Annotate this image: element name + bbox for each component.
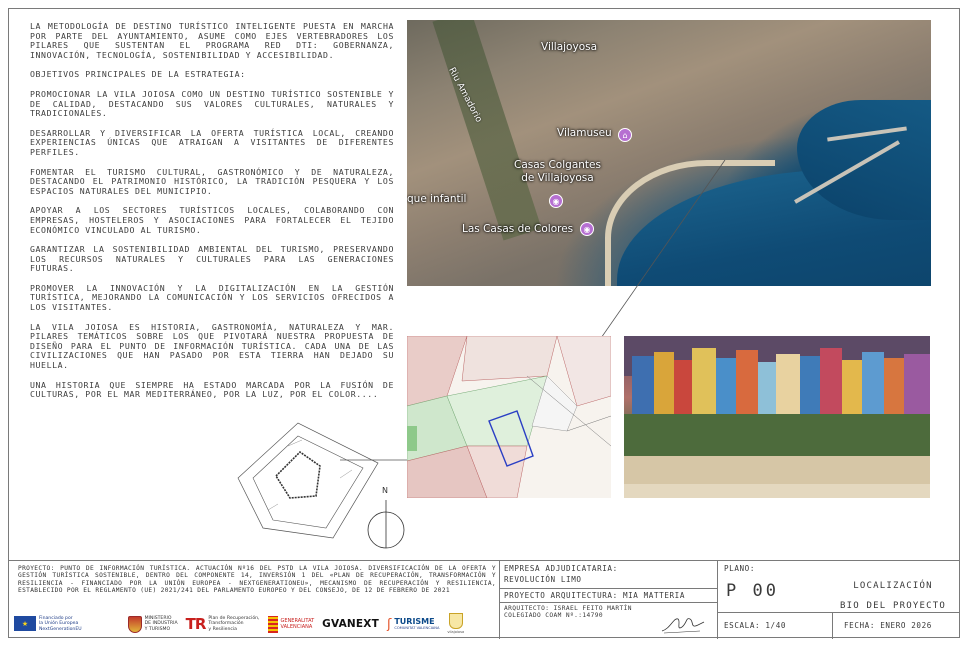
divider	[832, 613, 833, 639]
eu-flag-icon: ★	[14, 616, 36, 632]
ministry-text: Y TURISMO	[144, 626, 171, 632]
prtr-logo: TR Plan de Recuperación, Transformación …	[186, 615, 260, 633]
project-label: Proyecto:	[18, 565, 55, 572]
turisme-sub-text: COMUNITAT VALENCIANA	[394, 625, 440, 630]
prtr-mark-icon: TR	[185, 615, 207, 633]
architecture-row: Proyecto arquitectura: Mia Matteria	[500, 589, 718, 603]
project-description: Proyecto: Punto de información turística…	[18, 565, 496, 594]
gva-next-text: GVANEXT	[322, 618, 379, 630]
architecture-label: Proyecto arquitectura: Mia Matteria	[504, 591, 686, 600]
sheet-info-cell: Plano: P 00 Localización BIO del proyect…	[718, 561, 960, 639]
spain-crest-icon	[127, 615, 142, 633]
north-arrow: N	[364, 486, 408, 556]
vila-joiosa-text: vilajoiosa	[447, 629, 465, 634]
colored-houses-photo	[624, 336, 930, 498]
vila-joiosa-logo: vilajoiosa	[447, 612, 465, 635]
plano-subtitle: BIO del proyecto	[840, 601, 946, 611]
date-value: Fecha: Enero 2026	[844, 621, 932, 630]
contractor-row: Empresa adjudicataria: Revolución Limo	[500, 561, 718, 589]
company-label: Empresa adjudicataria:	[504, 564, 618, 573]
scale-value: Escala: 1/40	[724, 621, 787, 630]
north-label: N	[382, 486, 388, 495]
project-info-cell: Proyecto: Punto de información turística…	[8, 561, 500, 639]
plano-title: Localización	[853, 581, 933, 591]
senyera-icon	[267, 615, 278, 633]
eu-text: la Unión Europea	[39, 621, 79, 627]
plano-label: Plano:	[724, 564, 756, 573]
gva-next-logo: GVANEXT	[322, 618, 379, 630]
project-description-text: Punto de información turística. Actuació…	[18, 565, 497, 594]
prtr-text: y Resiliencia	[208, 626, 237, 632]
architect-name: Arquitecto: Israel Feito Martín	[504, 605, 632, 612]
turisme-logo: ʃ TURISME COMUNITAT VALENCIANA	[387, 617, 439, 632]
ministry-logo: MINISTERIO DE INDUSTRIA Y TURISMO	[127, 615, 178, 633]
cadastral-map	[407, 336, 611, 498]
vila-joiosa-crest-icon	[448, 612, 463, 629]
company-name: Revolución Limo	[504, 575, 582, 584]
plano-row: Plano: P 00 Localización BIO del proyect…	[718, 561, 960, 613]
eu-logo: ★ Financiado por la Unión Europea NextGe…	[14, 616, 82, 632]
plano-number: P 00	[726, 581, 779, 601]
company-cell: Empresa adjudicataria: Revolución Limo P…	[500, 561, 718, 639]
architect-row: Arquitecto: Israel Feito Martín Colegiad…	[500, 603, 718, 639]
turisme-swirl-icon: ʃ	[386, 616, 392, 632]
leader-lines	[340, 159, 726, 461]
gv-text: VALENCIANA	[280, 624, 313, 630]
generalitat-logo: GENERALITAT VALENCIANA	[267, 615, 314, 633]
title-block: Proyecto: Punto de información turística…	[8, 560, 960, 639]
scale-date-row: Escala: 1/40 Fecha: Enero 2026	[718, 613, 960, 639]
architect-signature	[661, 618, 705, 634]
ministry-text: DE INDUSTRIA	[144, 621, 178, 627]
eu-text: NextGenerationEU	[39, 626, 82, 632]
funding-logos: ★ Financiado por la Unión Europea NextGe…	[14, 611, 498, 637]
turisme-text: TURISME	[394, 616, 435, 626]
